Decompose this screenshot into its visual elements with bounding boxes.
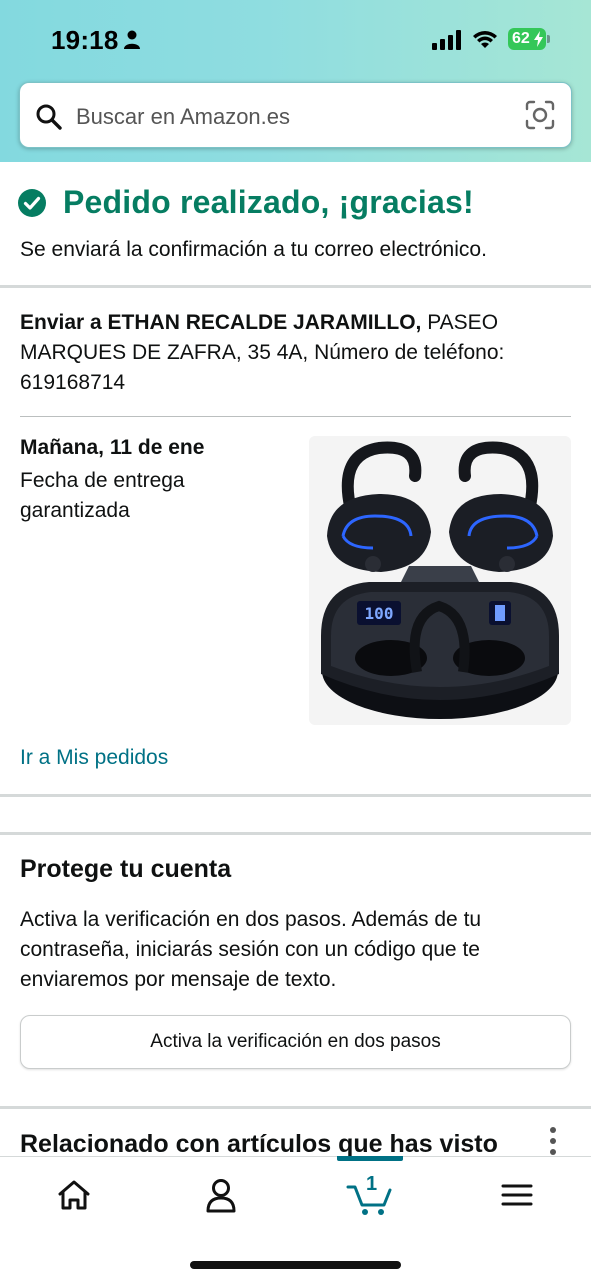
search-placeholder: Buscar en Amazon.es bbox=[76, 104, 291, 129]
delivery-guarantee-note: Fecha de entrega garantizada bbox=[20, 469, 185, 522]
cart-tab[interactable]: 1 bbox=[346, 1173, 396, 1215]
divider bbox=[20, 416, 571, 417]
protect-account-description: Activa la verificación en dos pasos. Ade… bbox=[20, 908, 482, 991]
charging-bolt-icon bbox=[534, 31, 543, 47]
enable-two-step-verification-button[interactable]: Activa la verificación en dos pasos bbox=[20, 1015, 571, 1069]
home-indicator bbox=[190, 1261, 401, 1269]
camera-search-icon[interactable] bbox=[524, 99, 556, 131]
product-image[interactable]: 100 bbox=[309, 436, 571, 725]
person-status-icon bbox=[124, 30, 140, 49]
section-divider bbox=[0, 285, 591, 288]
more-options-icon[interactable] bbox=[549, 1126, 557, 1156]
section-divider bbox=[0, 832, 591, 835]
shipping-address: Enviar a ETHAN RECALDE JARAMILLO, PASEO … bbox=[20, 308, 550, 398]
hamburger-menu-icon[interactable] bbox=[495, 1175, 539, 1215]
section-divider bbox=[0, 794, 591, 797]
battery-icon: 62 bbox=[508, 28, 550, 50]
order-confirmation-subtitle: Se enviará la confirmación a tu correo e… bbox=[20, 238, 487, 261]
status-time: 19:18 bbox=[51, 25, 119, 55]
search-icon bbox=[36, 104, 62, 130]
home-icon[interactable] bbox=[52, 1175, 96, 1215]
cart-count-badge: 1 bbox=[366, 1173, 378, 1195]
protect-account-title: Protege tu cuenta bbox=[20, 855, 232, 883]
check-circle-icon bbox=[18, 189, 46, 217]
status-bar: 19:18 62 bbox=[0, 0, 591, 80]
cellular-signal-icon bbox=[432, 30, 461, 50]
my-orders-link[interactable]: Ir a Mis pedidos bbox=[20, 746, 168, 770]
section-divider bbox=[0, 1106, 591, 1109]
wireless-earbuds-image: 100 bbox=[321, 441, 559, 719]
person-icon[interactable] bbox=[199, 1175, 243, 1215]
active-tab-indicator bbox=[337, 1156, 403, 1161]
bottom-tab-bar: 1 bbox=[0, 1156, 591, 1280]
header-background: 19:18 62 Buscar en Amazon.es bbox=[0, 0, 591, 162]
shipping-recipient: Enviar a ETHAN RECALDE JARAMILLO, bbox=[20, 311, 422, 334]
wifi-icon bbox=[473, 31, 497, 48]
battery-level: 62 bbox=[512, 30, 530, 47]
search-bar[interactable]: Buscar en Amazon.es bbox=[19, 82, 572, 148]
order-confirmed-title: Pedido realizado, ¡gracias! bbox=[63, 184, 474, 220]
svg-text:100: 100 bbox=[365, 604, 394, 623]
delivery-date: Mañana, 11 de ene bbox=[20, 436, 205, 459]
related-items-title: Relacionado con artículos que has visto bbox=[20, 1130, 498, 1158]
